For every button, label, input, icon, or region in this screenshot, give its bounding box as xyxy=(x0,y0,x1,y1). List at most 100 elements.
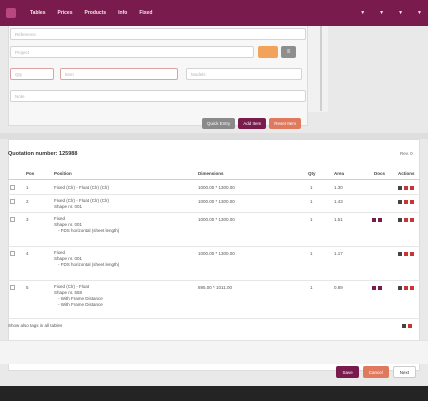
nav-item-fixed[interactable]: Fixed xyxy=(139,10,152,16)
reference-field[interactable]: Reference xyxy=(10,28,306,40)
row-pos: 1 xyxy=(26,185,29,190)
card-footer xyxy=(0,340,428,364)
table-row: 1 Fixed (Clr) - Float (Clr) (Clr) 1000.0… xyxy=(8,181,420,195)
copy-icon[interactable] xyxy=(404,285,408,290)
app-logo[interactable] xyxy=(6,8,16,18)
row-dimensions: 1000.00 * 1300.00 xyxy=(198,199,235,204)
models-field[interactable]: Models xyxy=(186,68,302,80)
col-position: Position xyxy=(54,171,72,176)
copy-icon[interactable] xyxy=(404,199,408,204)
models-placeholder: Models xyxy=(191,71,206,77)
delete-icon[interactable] xyxy=(410,185,414,190)
nav-item-prices[interactable]: Prices xyxy=(57,10,72,16)
document-icon[interactable] xyxy=(372,285,376,290)
row-docs xyxy=(372,285,384,291)
main-nav: Tables Prices Products Info Fixed xyxy=(30,10,152,16)
form-scrollbar[interactable] xyxy=(320,26,322,111)
top-navigation-bar: Tables Prices Products Info Fixed ▼ ▼ ▼ … xyxy=(0,0,428,26)
nav-item-products[interactable]: Products xyxy=(84,10,106,16)
bottom-bar xyxy=(0,386,428,401)
row-checkbox[interactable] xyxy=(10,185,15,190)
table-footer-actions xyxy=(402,323,414,329)
row-position-line: - With Frame Distance xyxy=(58,302,103,307)
copy-icon[interactable] xyxy=(404,251,408,256)
add-item-button[interactable]: Add Item xyxy=(238,118,267,129)
right-side-pane xyxy=(308,26,328,112)
row-checkbox[interactable] xyxy=(10,199,15,204)
qty-field[interactable]: Qty xyxy=(10,68,54,80)
table-row: 5 Fixed (Clr) - Float Shape nr. 558 - Wi… xyxy=(8,281,420,319)
delete-icon[interactable] xyxy=(410,199,414,204)
next-button[interactable]: Next xyxy=(392,366,416,378)
footer-buttons: Save Cancel Next xyxy=(336,366,416,378)
nav-item-tables[interactable]: Tables xyxy=(30,10,45,16)
row-position-line: Shape nr. 001 xyxy=(54,204,83,209)
row-area: 0.89 xyxy=(334,285,343,290)
edit-icon[interactable] xyxy=(398,185,402,190)
row-qty: 1 xyxy=(310,185,313,190)
row-position-line: Fixed (Clr) - Float (Clr) (Clr) xyxy=(54,185,109,190)
row-position-line: - FDS horizontal (sheet length) xyxy=(58,262,120,267)
edit-icon[interactable] xyxy=(402,323,406,328)
edit-icon[interactable] xyxy=(398,199,402,204)
show-tags-toggle-label[interactable]: Show also tags in all tables xyxy=(8,323,62,328)
qty-placeholder: Qty xyxy=(15,71,23,77)
drawing-icon[interactable] xyxy=(378,217,382,222)
delete-icon[interactable] xyxy=(410,285,414,290)
options-icon[interactable]: ≡ xyxy=(281,46,296,58)
item-placeholder: Item xyxy=(65,71,74,77)
delete-icon[interactable] xyxy=(410,251,414,256)
item-field[interactable]: Item xyxy=(60,68,178,80)
project-field[interactable]: Project xyxy=(10,46,254,58)
user-menu[interactable]: ▼ xyxy=(398,10,403,16)
col-qty: Qty xyxy=(308,171,316,176)
drawing-icon[interactable] xyxy=(378,285,382,290)
reset-item-button[interactable]: Reset Item xyxy=(269,118,302,129)
table-row: 2 Fixed (Clr) - Float (Clr) (Clr) Shape … xyxy=(8,195,420,213)
quick-entry-button[interactable]: Quick Entry xyxy=(202,118,236,129)
row-pos: 5 xyxy=(26,285,29,290)
col-dimensions: Dimensions xyxy=(198,171,224,176)
row-checkbox[interactable] xyxy=(10,285,15,290)
nav-item-info[interactable]: Info xyxy=(118,10,127,16)
language-menu[interactable]: ▼ xyxy=(417,10,422,16)
row-dimensions: 1000.00 * 1300.00 xyxy=(198,185,235,190)
topbar-right-menus: ▼ ▼ ▼ ▼ xyxy=(360,10,422,16)
copy-icon[interactable] xyxy=(404,185,408,190)
row-dimensions: 895.00 * 1011.00 xyxy=(198,285,232,290)
table-header: Pos Position Dimensions Qty Area Docs Ac… xyxy=(8,168,420,180)
row-checkbox[interactable] xyxy=(10,251,15,256)
form-actions: Quick Entry Add Item Reset Item xyxy=(202,118,302,129)
revision-label[interactable]: Rev. 0 xyxy=(400,151,413,156)
row-area: 1.17 xyxy=(334,251,343,256)
project-placeholder: Project xyxy=(15,49,30,55)
table-row: 3 Fixed Shape nr. 001 - FDS horizontal (… xyxy=(8,213,420,247)
col-actions: Actions xyxy=(398,171,415,176)
row-qty: 1 xyxy=(310,217,313,222)
row-qty: 1 xyxy=(310,285,313,290)
delete-icon[interactable] xyxy=(408,323,412,328)
row-area: 1.30 xyxy=(334,185,343,190)
row-dimensions: 1000.00 * 1300.00 xyxy=(198,217,235,222)
edit-icon[interactable] xyxy=(398,217,402,222)
row-area: 1.43 xyxy=(334,199,343,204)
note-field[interactable]: Note xyxy=(10,90,306,102)
copy-icon[interactable] xyxy=(404,217,408,222)
delete-icon[interactable] xyxy=(410,217,414,222)
row-actions xyxy=(398,285,416,291)
col-area: Area xyxy=(334,171,345,176)
row-pos: 3 xyxy=(26,217,29,222)
settings-menu[interactable]: ▼ xyxy=(379,10,384,16)
edit-icon[interactable] xyxy=(398,285,402,290)
notifications-menu[interactable]: ▼ xyxy=(360,10,365,16)
search-button[interactable] xyxy=(258,46,278,58)
row-pos: 2 xyxy=(26,199,29,204)
quotation-title: Quotation number: 125988 xyxy=(8,151,78,157)
save-button[interactable]: Save xyxy=(336,366,359,378)
row-actions xyxy=(398,185,416,191)
edit-icon[interactable] xyxy=(398,251,402,256)
row-checkbox[interactable] xyxy=(10,217,15,222)
document-icon[interactable] xyxy=(372,217,376,222)
col-pos: Pos xyxy=(26,171,35,176)
cancel-button[interactable]: Cancel xyxy=(362,366,389,378)
